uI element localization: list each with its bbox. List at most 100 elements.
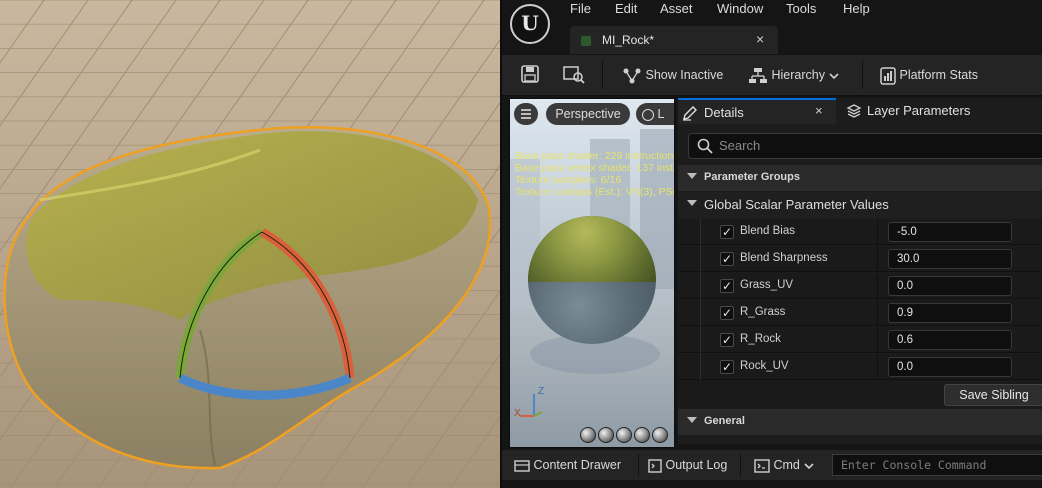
param-row-blend-sharpness: ✓ Blend Sharpness 30.0 (678, 246, 1042, 272)
parameter-groups-header[interactable]: Parameter Groups (678, 165, 1042, 191)
document-tab-close-icon[interactable]: × (756, 31, 764, 47)
param-value: -5.0 (897, 226, 917, 238)
param-name: R_Grass (740, 306, 786, 318)
tab-details[interactable]: Details × (678, 98, 836, 124)
terminal-icon (754, 459, 770, 473)
console-placeholder: Enter Console Command (841, 458, 987, 472)
material-instance-icon (581, 36, 591, 46)
details-panel: Details × Layer Parameters Search Parame… (678, 98, 1042, 444)
material-instance-editor: U File Edit Asset Window Tools Help MI_R… (500, 0, 1042, 488)
material-preview-viewport[interactable]: Perspective L Base pass shader: 229 inst… (509, 98, 675, 448)
viewport-options-button[interactable] (514, 103, 538, 125)
stat-line: Texture Lookups (Est.): VS(3), PS(8) (515, 186, 675, 198)
hierarchy-icon (749, 67, 767, 83)
lit-icon (642, 108, 654, 121)
param-value: 0.9 (897, 307, 913, 319)
content-drawer-label: Content Drawer (533, 458, 622, 472)
param-value: 0.0 (897, 280, 913, 292)
save-sibling-row: Save Sibling (678, 380, 1042, 408)
console-command-input[interactable]: Enter Console Command (832, 454, 1042, 476)
chevron-down-icon (687, 200, 697, 206)
search-icon (697, 138, 713, 154)
param-value-input[interactable]: 0.6 (888, 330, 1012, 350)
tab-layer-parameters-label: Layer Parameters (867, 103, 971, 118)
tab-details-label: Details (704, 105, 744, 120)
save-icon[interactable] (520, 64, 540, 86)
output-log-button[interactable]: Output Log (648, 458, 727, 473)
param-enable-checkbox[interactable]: ✓ (720, 306, 734, 320)
search-placeholder: Search (719, 138, 761, 153)
param-value-input[interactable]: 0.0 (888, 357, 1012, 377)
stat-line: Texture samplers: 6/16 (515, 174, 622, 186)
param-name: Rock_UV (740, 360, 789, 372)
axis-z-label: Z (538, 386, 545, 397)
chevron-down-icon (804, 463, 814, 469)
global-scalar-group-header[interactable]: Global Scalar Parameter Values (678, 192, 1042, 218)
scene-render (0, 0, 500, 488)
menu-file[interactable]: File (570, 1, 591, 16)
preview-sphere-grass (528, 216, 656, 282)
level-viewport[interactable] (0, 0, 500, 488)
browse-icon[interactable] (562, 64, 586, 86)
axis-x-label: X (514, 408, 521, 419)
show-inactive-button[interactable]: Show Inactive (622, 64, 723, 86)
param-name: Blend Sharpness (740, 252, 828, 264)
preview-plane-icon[interactable] (616, 427, 632, 443)
param-value-input[interactable]: -5.0 (888, 222, 1012, 242)
param-row-r-rock: ✓ R_Rock 0.6 (678, 327, 1042, 353)
document-tab[interactable]: MI_Rock* × (570, 26, 778, 54)
toolbar: Show Inactive Hierarchy Platform Stats (502, 55, 1042, 96)
general-header[interactable]: General (678, 409, 1042, 435)
content-drawer-icon (514, 460, 530, 472)
param-enable-checkbox[interactable]: ✓ (720, 252, 734, 266)
tab-layer-parameters[interactable]: Layer Parameters (842, 98, 1042, 124)
lit-mode-button[interactable]: L (636, 103, 674, 125)
platform-stats-icon (880, 66, 896, 85)
hamburger-icon (521, 109, 531, 119)
param-row-rock-uv: ✓ Rock_UV 0.0 (678, 354, 1042, 380)
param-value-input[interactable]: 30.0 (888, 249, 1012, 269)
menu-help[interactable]: Help (843, 1, 870, 16)
chevron-down-icon (687, 173, 697, 179)
lit-mode-label: L (657, 107, 665, 121)
preview-cylinder-icon[interactable] (580, 427, 596, 443)
param-enable-checkbox[interactable]: ✓ (720, 279, 734, 293)
chevron-down-icon (687, 417, 697, 423)
stat-line: Base pass shader: 229 instructions (515, 150, 675, 162)
hierarchy-nodes-icon (623, 68, 641, 84)
platform-stats-label: Platform Stats (899, 68, 978, 82)
platform-stats-button[interactable]: Platform Stats (880, 64, 978, 86)
cmd-dropdown[interactable]: Cmd (754, 458, 815, 473)
status-bar: Content Drawer Output Log Cmd Enter Cons… (502, 450, 1042, 480)
menu-tools[interactable]: Tools (786, 1, 816, 16)
content-drawer-button[interactable]: Content Drawer (514, 458, 621, 473)
menu-asset[interactable]: Asset (660, 1, 693, 16)
perspective-button[interactable]: Perspective (546, 103, 630, 125)
layers-icon (846, 104, 862, 118)
preview-cube-icon[interactable] (634, 427, 650, 443)
document-tab-title: MI_Rock* (602, 33, 655, 47)
preview-teapot-icon[interactable] (652, 427, 668, 443)
param-value: 0.6 (897, 334, 913, 346)
menu-window[interactable]: Window (717, 1, 763, 16)
param-enable-checkbox[interactable]: ✓ (720, 333, 734, 347)
param-enable-checkbox[interactable]: ✓ (720, 360, 734, 374)
axis-indicator: Z X (514, 386, 554, 423)
details-search-input[interactable]: Search (688, 133, 1042, 159)
hierarchy-dropdown[interactable]: Hierarchy (748, 64, 840, 86)
menu-edit[interactable]: Edit (615, 1, 637, 16)
param-value: 0.0 (897, 361, 913, 373)
save-sibling-button[interactable]: Save Sibling (944, 384, 1042, 406)
param-value-input[interactable]: 0.0 (888, 276, 1012, 296)
chevron-down-icon (829, 73, 840, 79)
general-label: General (704, 415, 745, 427)
preview-sphere-icon[interactable] (598, 427, 614, 443)
param-enable-checkbox[interactable]: ✓ (720, 225, 734, 239)
pencil-icon (683, 106, 697, 121)
param-name: Grass_UV (740, 279, 794, 291)
parameter-groups-label: Parameter Groups (704, 171, 800, 183)
stat-line: Base pass vertex shader: 137 instruction… (515, 162, 674, 174)
param-value-input[interactable]: 0.9 (888, 303, 1012, 323)
preview-sphere (528, 216, 656, 344)
tab-details-close-icon[interactable]: × (815, 103, 823, 118)
